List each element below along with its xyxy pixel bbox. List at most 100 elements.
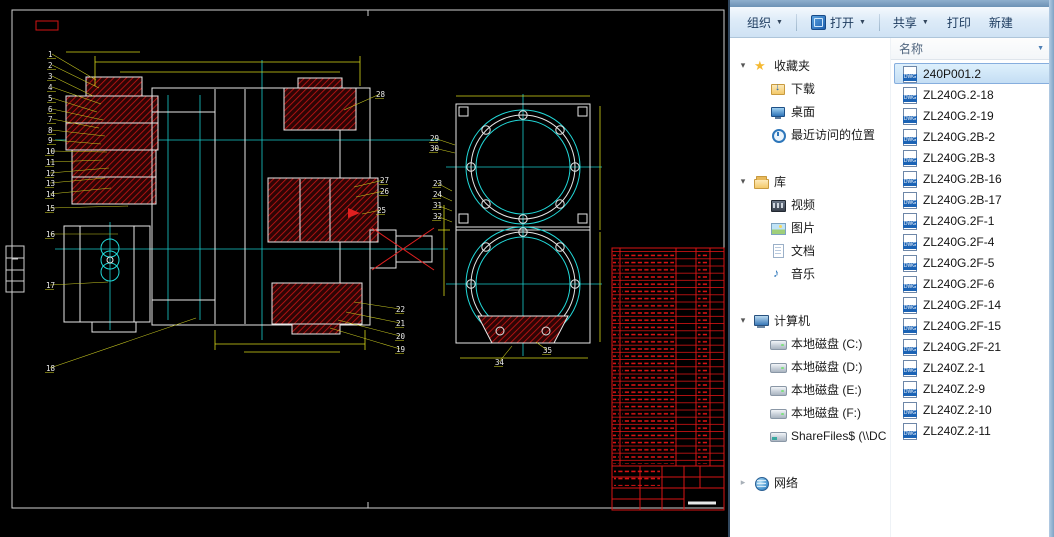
nav-item[interactable]: 视频	[730, 193, 890, 216]
callout-11: 11	[46, 158, 55, 167]
expander-icon[interactable]: ▾	[738, 60, 748, 71]
nav-item[interactable]: 本地磁盘 (F:)	[730, 401, 890, 424]
file-row[interactable]: DWGZL240G.2B-16	[894, 168, 1051, 189]
nav-item[interactable]: ShareFiles$ (\\DC	[730, 424, 890, 447]
nav-item-label: 视频	[791, 196, 815, 213]
nav-item[interactable]: 桌面	[730, 100, 890, 123]
expander-icon[interactable]: ▾	[738, 176, 748, 187]
file-row[interactable]: DWGZL240G.2F-14	[894, 294, 1051, 315]
column-header-name[interactable]: 名称 ▼	[891, 38, 1054, 60]
file-row[interactable]: DWG ZL240G.2B-2	[894, 126, 1051, 147]
callout-15: 15	[46, 204, 55, 213]
dwg-file-icon: DWG	[902, 129, 917, 145]
callout-22: 22	[396, 305, 405, 314]
dwg-file-icon: DWG	[902, 360, 917, 376]
file-row[interactable]: DWGZL240G.2F-6	[894, 273, 1051, 294]
explorer-toolbar: 组织 ▼ 打开▼ 共享▼打印新建	[730, 7, 1054, 38]
callout-30: 30	[430, 144, 440, 153]
callout-14: 14	[46, 190, 56, 199]
nav-item[interactable]: 下载	[730, 77, 890, 100]
callout-7: 7	[48, 115, 53, 124]
dwg-file-icon: DWG	[902, 87, 917, 103]
network-icon	[753, 475, 769, 491]
nav-item-label: 文档	[791, 242, 815, 259]
file-row[interactable]: DWGZL240Z.2-11	[894, 420, 1051, 441]
file-row[interactable]: DWGZL240G.2F-15	[894, 315, 1051, 336]
file-row[interactable]: DWGZL240G.2F-4	[894, 231, 1051, 252]
toolbar-label: 组织	[747, 14, 771, 31]
file-row[interactable]: DWG 240P001.2	[894, 63, 1051, 84]
callout-29: 29	[430, 134, 439, 143]
file-row[interactable]: DWGZL240G.2F-21	[894, 336, 1051, 357]
dwg-file-icon: DWG	[902, 171, 917, 187]
file-row[interactable]: DWG ZL240G.2-19	[894, 105, 1051, 126]
toolbar-new[interactable]: 新建	[980, 10, 1022, 35]
pictures-icon	[770, 220, 786, 236]
dwg-file-icon: DWG	[902, 192, 917, 208]
callout-28: 28	[376, 90, 386, 99]
nav-item-label: 本地磁盘 (C:)	[791, 335, 862, 352]
toolbar-print[interactable]: 打印	[938, 10, 980, 35]
file-name: ZL240Z.2-9	[923, 382, 985, 396]
expander-icon[interactable]: ▸	[738, 477, 748, 488]
file-row[interactable]: DWG ZL240Z.2-1	[894, 357, 1051, 378]
toolbar-label: 打开	[830, 14, 854, 31]
callout-4: 4	[48, 83, 53, 92]
cad-drawing: 1234567891011121314151617181920212223242…	[0, 0, 728, 537]
toolbar-open[interactable]: 打开▼	[801, 10, 875, 35]
open-icon	[810, 14, 826, 30]
toolbar-separator	[796, 14, 797, 31]
nav-item-label: 最近访问的位置	[791, 126, 875, 143]
nav-gap	[730, 146, 890, 170]
file-name: ZL240Z.2-1	[923, 361, 985, 375]
file-name: ZL240G.2-19	[923, 109, 994, 123]
file-row[interactable]: DWGZL240G.2F-1	[894, 210, 1051, 231]
nav-group-libraries[interactable]: ▾库	[730, 170, 890, 193]
callout-27: 27	[380, 176, 389, 185]
dwg-file-icon: DWG	[902, 213, 917, 229]
callout-12: 12	[46, 169, 55, 178]
toolbar-share[interactable]: 共享▼	[884, 10, 938, 35]
file-row[interactable]: DWG ZL240Z.2-9	[894, 378, 1051, 399]
nav-item[interactable]: 音乐	[730, 262, 890, 285]
callout-3: 3	[48, 72, 53, 81]
nav-group-label: 计算机	[774, 312, 810, 329]
dwg-file-icon: DWG	[902, 381, 917, 397]
file-explorer-window: 组织▼打开▼共享▼打印新建 ▾收藏夹下载桌面最近访问的位置▾库视频图片文档音乐▾…	[728, 0, 1054, 537]
file-row[interactable]: DWGZL240G.2B-17	[894, 189, 1051, 210]
dropdown-arrow-icon: ▼	[776, 19, 783, 26]
callout-18: 18	[46, 364, 56, 373]
navigation-pane: ▾收藏夹下载桌面最近访问的位置▾库视频图片文档音乐▾计算机本地磁盘 (C:)本地…	[730, 38, 890, 537]
callout-24: 24	[433, 190, 443, 199]
file-name: ZL240G.2B-2	[923, 130, 995, 144]
file-row[interactable]: DWGZL240G.2F-5	[894, 252, 1051, 273]
file-row[interactable]: DWGZL240Z.2-10	[894, 399, 1051, 420]
nav-item[interactable]: 本地磁盘 (E:)	[730, 378, 890, 401]
disk-icon	[770, 336, 786, 352]
nav-item[interactable]: 本地磁盘 (D:)	[730, 355, 890, 378]
nav-group-network[interactable]: ▸网络	[730, 471, 890, 494]
revision-mark	[36, 21, 58, 30]
nav-group-computer[interactable]: ▾ 计算机	[730, 309, 890, 332]
nav-group-label: 库	[774, 173, 786, 190]
nav-group-favorites[interactable]: ▾收藏夹	[730, 54, 890, 77]
file-row[interactable]: DWGZL240G.2B-3	[894, 147, 1051, 168]
nav-item[interactable]: 本地磁盘 (C:)	[730, 332, 890, 355]
disk-icon	[770, 405, 786, 421]
music-icon	[770, 266, 786, 282]
nav-item[interactable]: 图片	[730, 216, 890, 239]
file-name: 240P001.2	[923, 67, 981, 81]
toolbar-organize[interactable]: 组织 ▼	[738, 10, 792, 35]
dwg-file-icon: DWG	[902, 108, 917, 124]
column-sort-dropdown-icon[interactable]: ▼	[1037, 45, 1044, 52]
libraries-icon	[753, 174, 769, 190]
file-area: 名称 ▼ DWG240P001.2DWGZL240G.2-18DWGZL240G…	[890, 38, 1054, 537]
file-row[interactable]: DWGZL240G.2-18	[894, 84, 1051, 105]
dwg-file-icon: DWG	[902, 318, 917, 334]
expander-icon[interactable]: ▾	[738, 315, 748, 326]
nav-item-label: ShareFiles$ (\\DC	[791, 429, 886, 443]
dwg-file-icon: DWG	[902, 66, 917, 82]
nav-item[interactable]: 最近访问的位置	[730, 123, 890, 146]
dwg-file-icon: DWG	[902, 276, 917, 292]
nav-item[interactable]: 文档	[730, 239, 890, 262]
